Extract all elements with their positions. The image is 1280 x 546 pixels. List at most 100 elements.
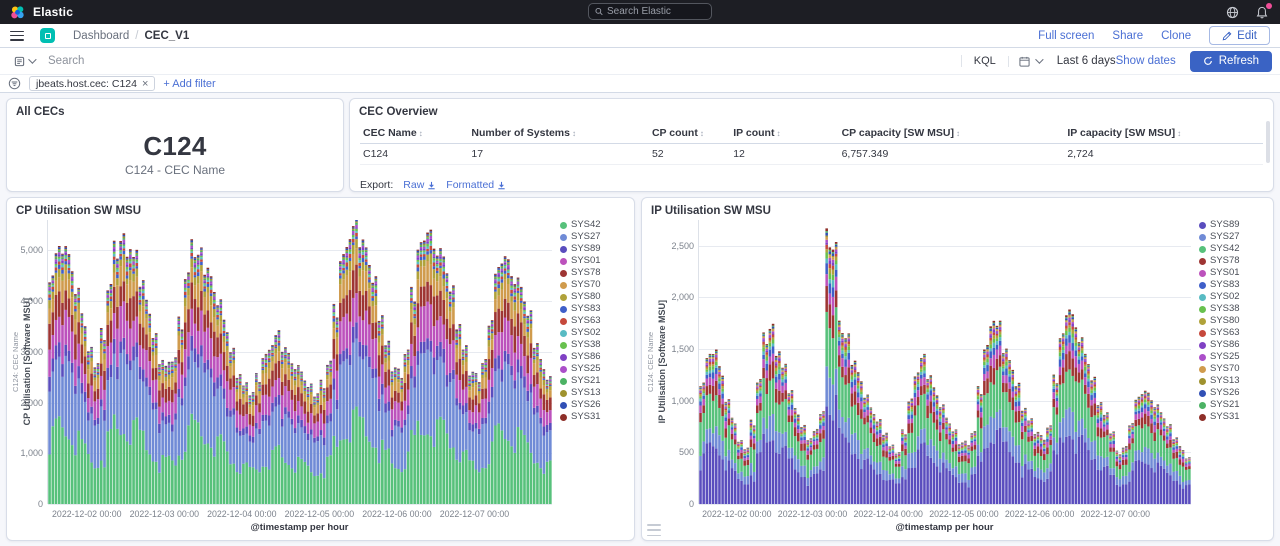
chart-legend: SYS89SYS27SYS42SYS78SYS01SYS83SYS02SYS38… [1199,220,1265,423]
legend-item[interactable]: SYS38 [560,340,626,351]
legend-color-dot [1199,318,1206,325]
legend-item[interactable]: SYS13 [560,388,626,399]
refresh-button[interactable]: Refresh [1190,51,1272,72]
legend-label: SYS78 [1210,256,1240,267]
legend-label: SYS21 [571,376,601,387]
legend-color-dot [1199,366,1206,373]
legend-item[interactable]: SYS25 [560,364,626,375]
time-range-value[interactable]: Last 6 days [1057,55,1116,67]
plot-area[interactable]: 05001,0001,5002,0002,5002022-12-02 00:00… [698,220,1191,504]
legend-item[interactable]: SYS01 [1199,268,1265,279]
column-header[interactable]: IP count↕ [730,122,838,144]
column-header[interactable]: Number of Systems↕ [468,122,649,144]
show-dates-link[interactable]: Show dates [1116,55,1190,67]
legend-item[interactable]: SYS02 [1199,292,1265,303]
legend-item[interactable]: SYS21 [1199,400,1265,411]
column-header[interactable]: CP count↕ [649,122,730,144]
add-filter-link[interactable]: + Add filter [163,78,215,90]
full-screen-link[interactable]: Full screen [1038,30,1094,42]
x-tick-label: 2022-12-02 00:00 [702,509,771,519]
legend-item[interactable]: SYS42 [1199,244,1265,255]
share-link[interactable]: Share [1112,30,1143,42]
legend-item[interactable]: SYS21 [560,376,626,387]
legend-item[interactable]: SYS27 [560,232,626,243]
header-icons [1224,4,1270,20]
legend-item[interactable]: SYS83 [560,304,626,315]
saved-query-menu[interactable] [8,56,40,67]
top-header: Elastic [0,0,1280,24]
legend-item[interactable]: SYS13 [1199,376,1265,387]
date-picker-toggle[interactable] [1008,56,1051,67]
gridline [699,504,1191,505]
legend-item[interactable]: SYS63 [1199,328,1265,339]
plot-area[interactable]: 01,0002,0003,0004,0005,0002022-12-02 00:… [47,220,552,504]
kql-search-input[interactable] [40,55,961,67]
legend-color-dot [560,282,567,289]
legend-label: SYS31 [1210,412,1240,423]
legend-color-dot [1199,294,1206,301]
legend-item[interactable]: SYS80 [560,292,626,303]
table-cell: 12 [730,144,838,165]
legend-item[interactable]: SYS01 [560,256,626,267]
legend-item[interactable]: SYS86 [1199,340,1265,351]
panel-ip-utilisation-chart: IP Utilisation SW MSU C124: CEC Name IP … [641,197,1274,541]
legend-item[interactable]: SYS31 [1199,412,1265,423]
legend-label: SYS89 [1210,220,1240,231]
legend-item[interactable]: SYS70 [1199,364,1265,375]
query-language-toggle[interactable]: KQL [961,55,1008,67]
legend-label: SYS21 [1210,400,1240,411]
breadcrumb-dashboard[interactable]: Dashboard [73,30,129,42]
legend-color-dot [560,366,567,373]
legend-item[interactable]: SYS25 [1199,352,1265,363]
legend-item[interactable]: SYS38 [1199,304,1265,315]
legend-item[interactable]: SYS78 [560,268,626,279]
filter-pill[interactable]: jbeats.host.cec: C124 × [29,76,155,91]
elastic-logo[interactable] [10,5,25,20]
metric-subtitle: C124 - CEC Name [125,163,225,177]
column-header[interactable]: CEC Name↕ [360,122,468,144]
legend-item[interactable]: SYS83 [1199,280,1265,291]
legend-color-dot [560,342,567,349]
legend-label: SYS38 [1210,304,1240,315]
legend-toggle-icon[interactable] [647,524,661,536]
legend-color-dot [560,354,567,361]
legend-item[interactable]: SYS26 [1199,388,1265,399]
legend-item[interactable]: SYS78 [1199,256,1265,267]
globe-icon[interactable] [1224,4,1240,20]
legend-item[interactable]: SYS89 [560,244,626,255]
export-raw-link[interactable]: Raw [403,179,436,191]
remove-filter-icon[interactable]: × [142,78,148,90]
notifications-bell-icon[interactable] [1254,4,1270,20]
legend-item[interactable]: SYS26 [560,400,626,411]
y-tick-label: 1,500 [671,344,694,354]
table-cell: 17 [468,144,649,165]
dashboard-app-icon[interactable] [40,28,55,43]
global-search[interactable] [588,3,712,20]
x-tick-label: 2022-12-07 00:00 [1081,509,1150,519]
chrome-bar: Dashboard / CEC_V1 Full screen Share Clo… [0,24,1280,48]
legend-item[interactable]: SYS27 [1199,232,1265,243]
global-search-input[interactable] [607,6,705,17]
column-header[interactable]: IP capacity [SW MSU]↕ [1064,122,1263,144]
menu-hamburger-icon[interactable] [10,31,24,41]
scrollbar[interactable] [1266,121,1270,163]
export-formatted-link[interactable]: Formatted [446,179,506,191]
legend-item[interactable]: SYS42 [560,220,626,231]
legend-item[interactable]: SYS63 [560,316,626,327]
y-tick-label: 0 [38,499,43,509]
legend-color-dot [560,306,567,313]
legend-item[interactable]: SYS80 [1199,316,1265,327]
clone-link[interactable]: Clone [1161,30,1191,42]
legend-item[interactable]: SYS02 [560,328,626,339]
column-header[interactable]: CP capacity [SW MSU]↕ [839,122,1065,144]
breadcrumb: Dashboard / CEC_V1 [73,30,189,42]
filter-menu-icon[interactable] [8,77,21,90]
pencil-icon [1222,31,1232,41]
legend-item[interactable]: SYS89 [1199,220,1265,231]
legend-item[interactable]: SYS70 [560,280,626,291]
edit-button[interactable]: Edit [1209,26,1270,45]
legend-item[interactable]: SYS31 [560,412,626,423]
legend-item[interactable]: SYS86 [560,352,626,363]
legend-label: SYS80 [571,292,601,303]
legend-label: SYS83 [571,304,601,315]
